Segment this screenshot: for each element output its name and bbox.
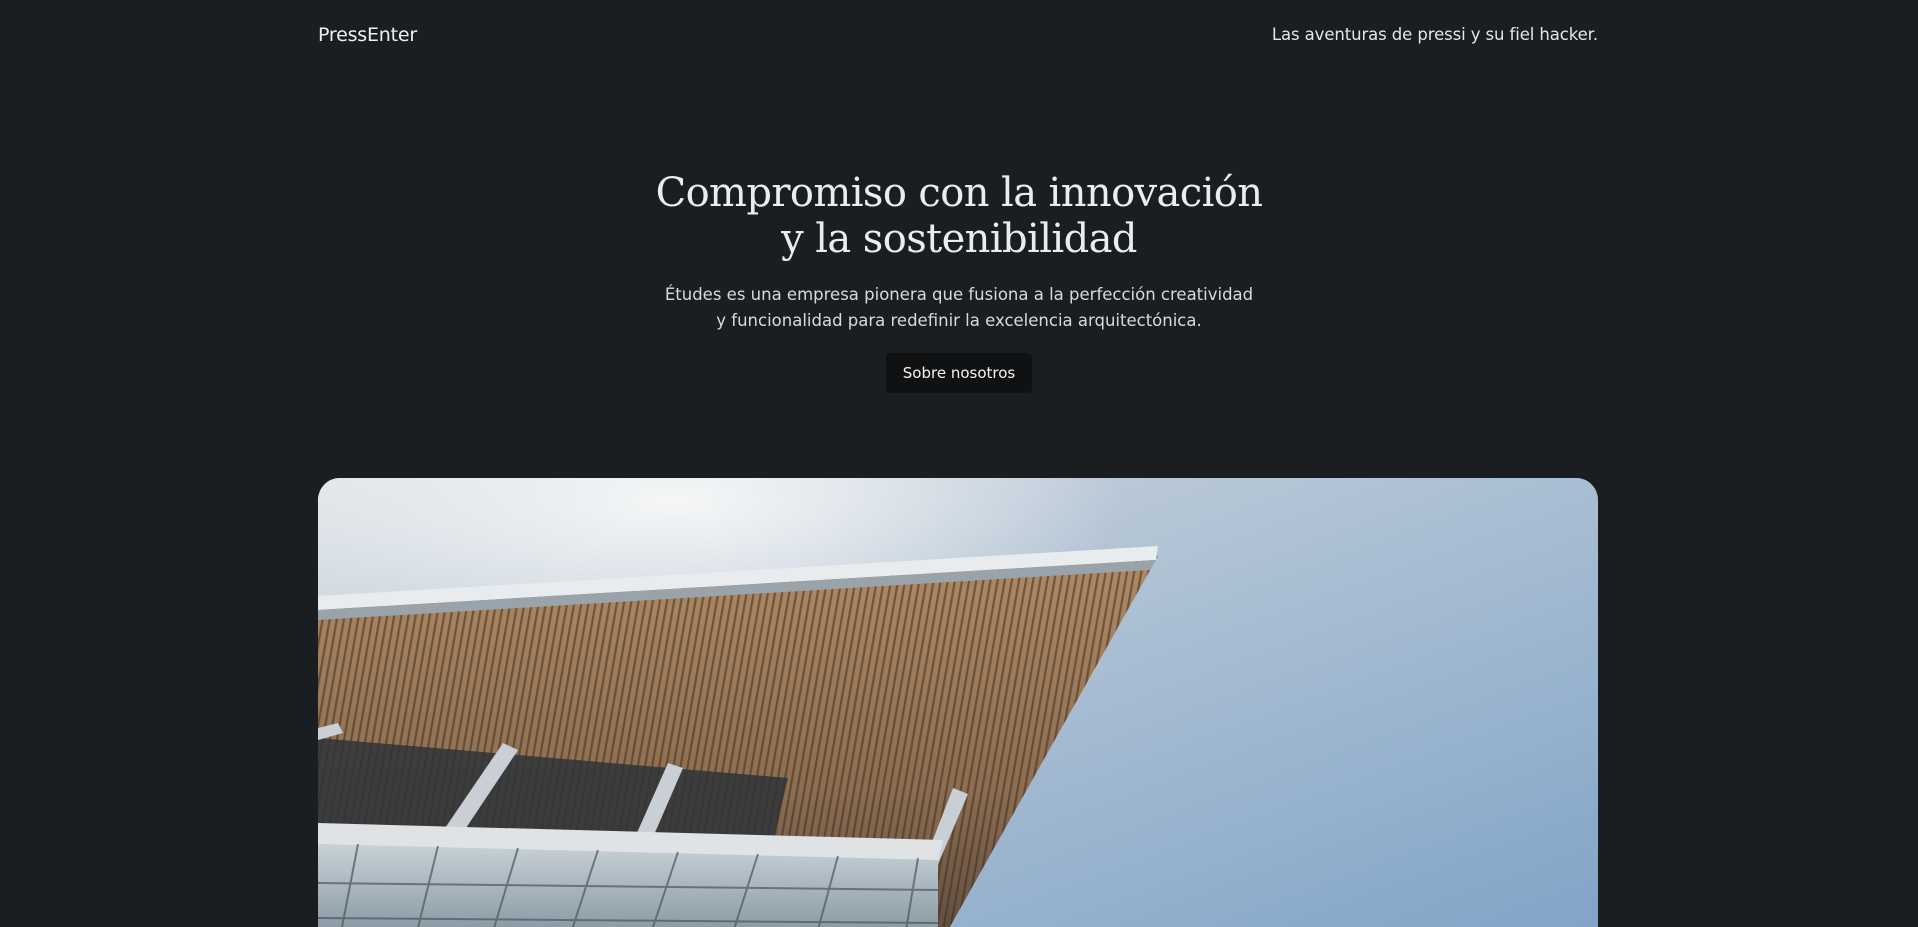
hero-building-image — [318, 478, 1598, 927]
hero-title-line-2: y la sostenibilidad — [781, 216, 1137, 262]
about-us-button[interactable]: Sobre nosotros — [885, 353, 1033, 393]
hero-section: Compromiso con la innovación y la sosten… — [0, 170, 1918, 393]
site-title-link[interactable]: PressEnter — [318, 22, 417, 48]
building-illustration — [318, 478, 1598, 927]
hero-description-line-1: Études es una empresa pionera que fusion… — [664, 285, 1254, 304]
hero-description-line-2: y funcionalidad para redefinir la excele… — [716, 311, 1202, 330]
site-header: PressEnter Las aventuras de pressi y su … — [318, 22, 1598, 50]
hero-description: Études es una empresa pionera que fusion… — [649, 282, 1269, 334]
hero-title: Compromiso con la innovación y la sosten… — [0, 170, 1918, 262]
site-tagline: Las aventuras de pressi y su fiel hacker… — [1271, 25, 1598, 44]
hero-title-line-1: Compromiso con la innovación — [655, 170, 1263, 216]
